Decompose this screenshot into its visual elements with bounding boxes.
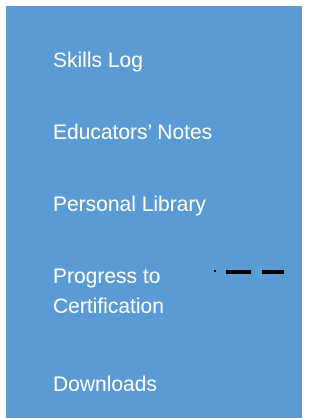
torn-edge-top bbox=[6, 0, 302, 8]
menu-item-downloads[interactable]: Downloads bbox=[53, 370, 157, 400]
dashed-connector-segment bbox=[262, 270, 284, 274]
menu-item-educators-notes[interactable]: Educators’ Notes bbox=[53, 118, 212, 148]
connector-dot bbox=[214, 270, 216, 272]
torn-edge-left bbox=[0, 6, 10, 416]
menu-item-skills-log[interactable]: Skills Log bbox=[53, 46, 143, 76]
dashed-connector-segment bbox=[226, 270, 251, 274]
navigation-menu-panel: Skills Log Educators’ Notes Personal Lib… bbox=[6, 6, 302, 418]
menu-frame: Skills Log Educators’ Notes Personal Lib… bbox=[0, 0, 302, 418]
menu-item-personal-library[interactable]: Personal Library bbox=[53, 190, 206, 220]
